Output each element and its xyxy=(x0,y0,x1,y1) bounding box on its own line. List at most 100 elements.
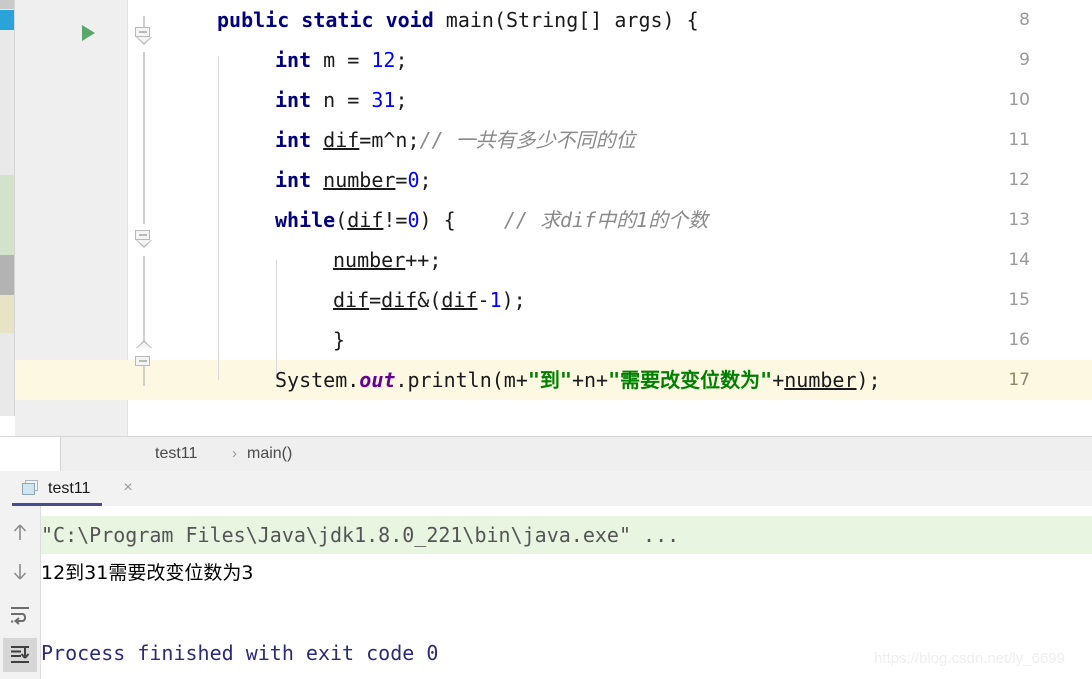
down-arrow-glyph xyxy=(13,564,27,580)
code-token-plain: ; xyxy=(419,168,432,192)
code-token-plain: ; xyxy=(395,48,408,72)
watermark: https://blog.csdn.net/ly_6699 xyxy=(874,650,1065,667)
scroll-to-end-glyph xyxy=(11,646,30,663)
soft-wrap-glyph xyxy=(11,607,29,625)
fold-tip-inner xyxy=(136,342,151,348)
soft-wrap-icon[interactable] xyxy=(3,598,37,632)
code-token-plain: &( xyxy=(417,288,442,312)
code-token-kw: int xyxy=(275,48,312,72)
run-tab-test11[interactable]: test11 xyxy=(12,471,103,506)
down-arrow-icon[interactable] xyxy=(3,555,37,589)
code-line[interactable]: while(dif!=0) { // 求dif中的1的个数 xyxy=(160,200,1092,240)
editor-scrollbar[interactable] xyxy=(0,0,15,416)
run-tab-label: test11 xyxy=(48,480,91,497)
fold-dash xyxy=(139,234,147,236)
fold-end-icon-while[interactable] xyxy=(135,340,152,366)
code-token-kw: while xyxy=(275,208,336,232)
code-token-kw: int xyxy=(275,88,312,112)
fold-tip-inner xyxy=(136,37,151,43)
code-token-var: number xyxy=(784,368,857,392)
code-token-plain: ); xyxy=(501,288,526,312)
scroll-to-end-icon[interactable] xyxy=(3,638,37,672)
code-token-plain: n = xyxy=(311,88,372,112)
code-line[interactable]: } xyxy=(160,320,1092,360)
code-line[interactable]: public static void main(String[] args) { xyxy=(160,0,1092,40)
breadcrumb-gutter-spacer xyxy=(0,437,61,471)
scrollbar-thumb[interactable] xyxy=(0,255,14,295)
code-token-plain: != xyxy=(383,208,408,232)
code-editor[interactable]: 8 9 10 11 12 13 14 15 16 17 public static void ma… xyxy=(0,0,1092,437)
fold-dash xyxy=(139,360,147,362)
scrollbar-marker-green xyxy=(0,175,14,255)
code-token-cmt: // 一共有多少不同的位 xyxy=(419,128,636,152)
close-icon[interactable]: × xyxy=(120,480,136,496)
code-token-num: 0 xyxy=(407,208,420,232)
run-play-icon[interactable] xyxy=(82,25,95,41)
fold-line-bottom xyxy=(143,366,145,386)
up-arrow-icon[interactable] xyxy=(3,515,37,549)
code-token-plain: =m^n; xyxy=(359,128,420,152)
fold-collapse-icon-method[interactable] xyxy=(135,27,152,45)
code-line[interactable]: System.out.println(m+"到"+n+"需要改变位数为"+num… xyxy=(160,360,1092,400)
code-line[interactable]: int m = 12; xyxy=(160,40,1092,80)
console-command-line: "C:\Program Files\Java\jdk1.8.0_221\bin\… xyxy=(41,516,1092,554)
code-token-plain: - xyxy=(477,288,490,312)
console-program-output: 12到31需要改变位数为3 xyxy=(41,562,254,584)
fold-dash xyxy=(139,31,147,33)
code-token-num: 12 xyxy=(371,48,396,72)
fold-line-lower xyxy=(143,256,145,348)
run-tab-bar: test11 × xyxy=(0,471,1092,506)
code-line[interactable]: dif=dif&(dif-1); xyxy=(160,280,1092,320)
code-token-plain: = xyxy=(369,288,382,312)
code-token-var: dif xyxy=(333,288,370,312)
code-token-kw: public xyxy=(217,8,290,32)
code-token-str: "到" xyxy=(527,368,572,392)
fold-tip-inner xyxy=(136,240,151,246)
code-token-plain: ); xyxy=(856,368,881,392)
code-token-num: 0 xyxy=(407,168,420,192)
code-token-kw: int xyxy=(275,168,312,192)
code-line[interactable]: int n = 31; xyxy=(160,80,1092,120)
fold-collapse-icon-while[interactable] xyxy=(135,230,152,248)
code-token-plain: ) { xyxy=(419,208,504,232)
code-text-area[interactable]: public static void main(String[] args) {… xyxy=(160,0,1092,437)
code-token-var: number xyxy=(323,168,396,192)
breadcrumb-separator-icon: › xyxy=(232,445,237,462)
breadcrumb-item-class[interactable]: test11 xyxy=(155,437,197,471)
code-line[interactable]: number++; xyxy=(160,240,1092,280)
code-token-plain: + xyxy=(772,368,785,392)
code-token-plain: = xyxy=(395,168,408,192)
code-token-plain: m = xyxy=(311,48,372,72)
code-token-plain: } xyxy=(333,328,346,352)
scrollbar-segment-top xyxy=(0,0,14,9)
run-configuration-icon xyxy=(22,480,39,496)
code-token-plain: .println(m+ xyxy=(395,368,528,392)
code-token-kw: void xyxy=(385,8,434,32)
code-token-var: dif xyxy=(381,288,418,312)
code-token-plain: main(String[] args) { xyxy=(433,8,699,32)
code-token-var: number xyxy=(333,248,406,272)
code-token-var: dif xyxy=(347,208,384,232)
breadcrumb: test11 › main() xyxy=(0,437,1092,472)
code-token-plain: ( xyxy=(335,208,348,232)
scrollbar-marker-blue xyxy=(0,10,14,30)
code-token-var: dif xyxy=(323,128,360,152)
code-token-cmt: // 求dif中的1的个数 xyxy=(503,208,709,232)
code-token-str: "需要改变位数为" xyxy=(608,368,773,392)
fold-line-mid xyxy=(143,52,145,224)
code-token-fld: out xyxy=(359,368,396,392)
run-tool-window: test11 × "C:\Program Files\Java\jdk1.8.0… xyxy=(0,471,1092,679)
code-token-kw: int xyxy=(275,128,312,152)
code-token-num: 1 xyxy=(489,288,502,312)
code-line[interactable]: int dif=m^n;// 一共有多少不同的位 xyxy=(160,120,1092,160)
code-token-kw: static xyxy=(301,8,374,32)
code-line[interactable]: int number=0; xyxy=(160,160,1092,200)
scrollbar-marker-yellow xyxy=(0,295,14,333)
console-toolbar xyxy=(0,506,41,679)
ide-window: 8 9 10 11 12 13 14 15 16 17 public static void ma… xyxy=(0,0,1092,679)
code-token-plain: System. xyxy=(275,368,360,392)
breadcrumb-item-method[interactable]: main() xyxy=(247,437,292,471)
